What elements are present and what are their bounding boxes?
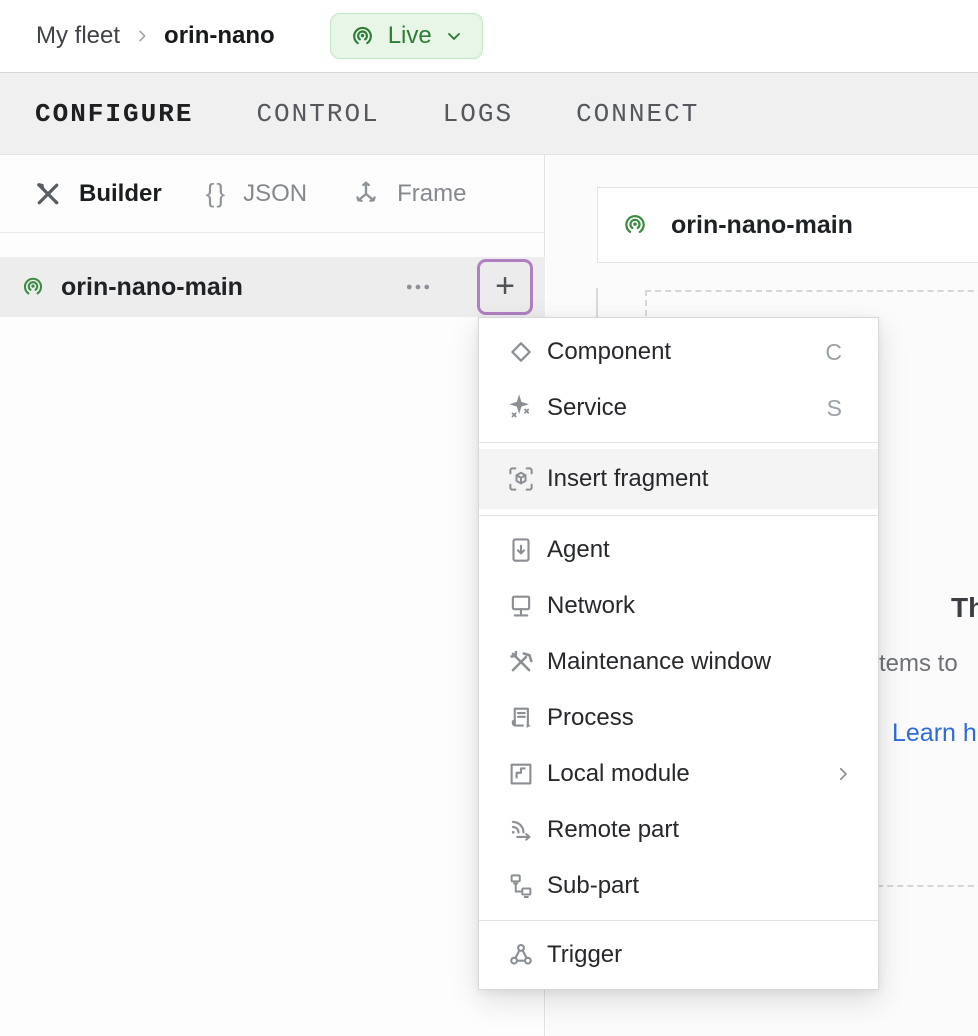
tools-icon [33,179,63,209]
network-icon [506,591,536,621]
braces-icon: {} [206,178,227,209]
menu-item-insert-fragment[interactable]: Insert fragment [479,449,878,509]
live-status-dropdown[interactable]: Live [330,13,483,59]
menu-section-system: Agent Network Maintenance window [479,516,878,920]
fragment-icon [506,464,536,494]
breadcrumb-chevron-icon [134,28,150,44]
breadcrumb-machine: orin-nano [164,22,275,50]
trigger-icon [506,940,536,970]
menu-item-agent[interactable]: Agent [479,522,878,578]
view-toggle-label: Builder [79,180,162,208]
breadcrumb-fleet[interactable]: My fleet [36,22,120,50]
header: My fleet orin-nano Live [0,0,978,72]
view-toggle-label: Frame [397,180,466,208]
tree-connector-line [596,288,598,317]
service-icon [506,393,536,423]
machine-tab-bar: CONFIGURE CONTROL LOGS CONNECT [0,72,978,155]
menu-item-process[interactable]: Process [479,690,878,746]
part-card[interactable]: orin-nano-main [597,187,978,263]
menu-item-trigger[interactable]: Trigger [479,927,878,983]
part-name: orin-nano-main [61,273,243,302]
component-icon [506,337,536,367]
agent-icon [506,535,536,565]
maintenance-icon [506,647,536,677]
view-toggle-label: JSON [243,180,307,208]
view-toggle-json[interactable]: {} JSON [206,178,307,209]
menu-item-remote-part[interactable]: Remote part [479,802,878,858]
broadcast-icon [20,274,46,300]
learn-link[interactable]: Learn h [892,719,977,748]
shortcut-key: S [827,395,842,422]
menu-section-fragment: Insert fragment [479,443,878,515]
add-item-menu: Component C Service S [478,317,879,990]
sub-part-icon [506,871,536,901]
part-tree-row[interactable]: orin-nano-main + [0,257,545,317]
empty-state-heading: Th [951,592,978,624]
plus-icon: + [495,269,515,303]
view-mode-toggle: Builder {} JSON Frame [0,155,544,233]
tab-logs[interactable]: LOGS [443,99,513,129]
view-toggle-builder[interactable]: Builder [33,179,162,209]
ellipsis-icon [403,272,433,302]
menu-section-trigger: Trigger [479,921,878,989]
empty-state-body: tems to [879,650,958,678]
menu-item-service[interactable]: Service S [479,380,878,436]
view-toggle-frame[interactable]: Frame [351,179,466,209]
menu-section-primary: Component C Service S [479,318,878,442]
tab-connect[interactable]: CONNECT [576,99,699,129]
axes-icon [351,179,381,209]
tab-control[interactable]: CONTROL [256,99,379,129]
menu-item-component[interactable]: Component C [479,324,878,380]
shortcut-key: C [825,339,842,366]
chevron-down-icon [444,26,464,46]
broadcast-icon [349,23,376,50]
module-icon [506,759,536,789]
process-icon [506,703,536,733]
part-card-title: orin-nano-main [671,211,853,240]
menu-item-network[interactable]: Network [479,578,878,634]
remote-part-icon [506,815,536,845]
part-options-button[interactable] [398,269,438,305]
submenu-chevron-icon [834,765,852,783]
tab-configure[interactable]: CONFIGURE [35,99,193,129]
builder-sidebar: Builder {} JSON Frame orin-nano-main + [0,155,545,1036]
menu-item-sub-part[interactable]: Sub-part [479,858,878,914]
live-label: Live [388,22,432,50]
menu-item-local-module[interactable]: Local module [479,746,878,802]
add-item-button[interactable]: + [477,259,533,315]
broadcast-icon [621,211,649,239]
menu-item-maintenance-window[interactable]: Maintenance window [479,634,878,690]
